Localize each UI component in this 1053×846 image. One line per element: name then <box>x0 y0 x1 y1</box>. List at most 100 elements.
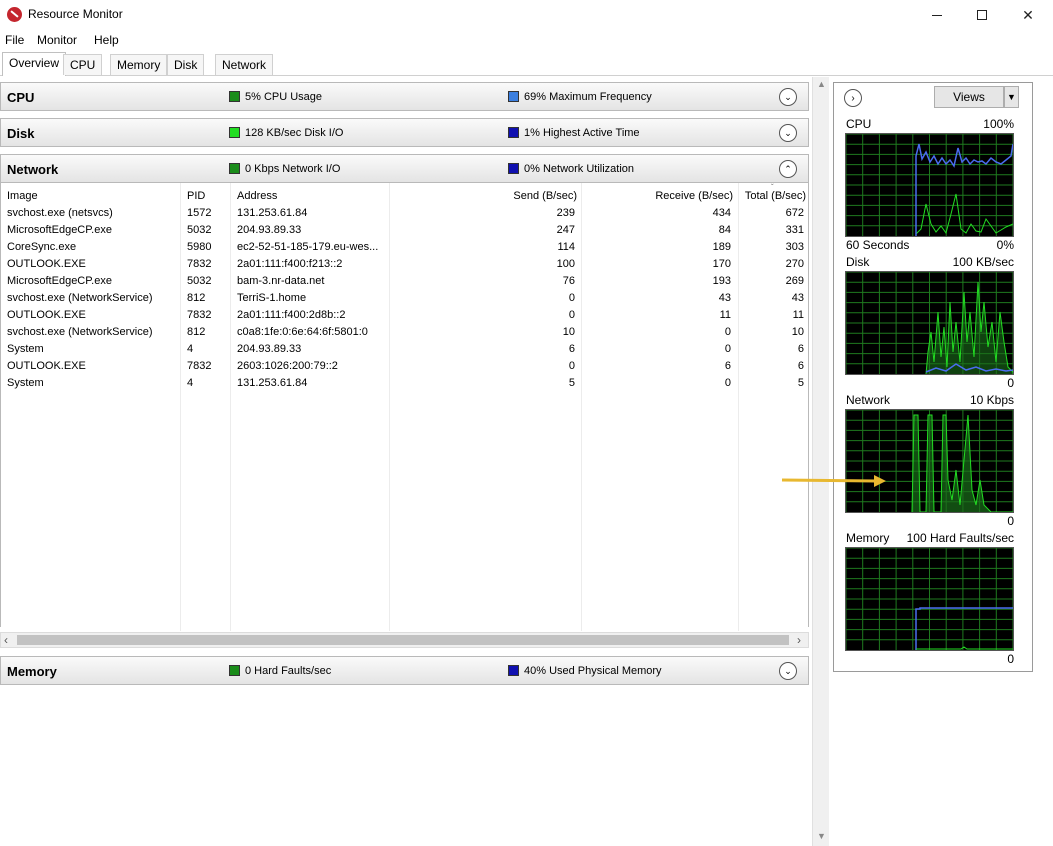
cell-image: System <box>7 343 44 355</box>
cell-receive: 0 <box>724 343 731 355</box>
disk-active-label: 1% Highest Active Time <box>524 127 640 139</box>
cell-image: System <box>7 377 44 389</box>
table-row[interactable]: svchost.exe (NetworkService) 812 TerriS-1.… <box>1 291 809 308</box>
cell-send: 247 <box>556 224 575 236</box>
disk-io-label: 128 KB/sec Disk I/O <box>245 127 344 139</box>
cell-pid: 812 <box>187 292 206 304</box>
memory-used-line <box>915 607 1013 650</box>
cell-send: 0 <box>568 360 575 372</box>
table-row[interactable]: MicrosoftEdgeCP.exe 5032 204.93.89.33 247 84… <box>1 223 809 240</box>
views-dropdown-button[interactable]: ▼ <box>1004 86 1019 108</box>
cell-total: 672 <box>785 207 804 219</box>
tab-disk[interactable]: Disk <box>167 54 205 75</box>
table-row[interactable]: CoreSync.exe 5980 ec2-52-51-185-179.eu-wes… <box>1 240 809 257</box>
table-row[interactable]: svchost.exe (NetworkService) 812 c0a8:1fe:… <box>1 325 809 342</box>
vertical-scrollbar[interactable]: ▲ ▼ <box>812 77 829 846</box>
memory-graph <box>845 547 1014 651</box>
cell-send: 100 <box>556 258 575 270</box>
cell-pid: 7832 <box>187 360 212 372</box>
column-header-address[interactable]: Address <box>237 190 277 202</box>
table-row[interactable]: OUTLOOK.EXE 7832 2a01:111:f400:f213::2 100 1… <box>1 257 809 274</box>
scrollbar-thumb[interactable] <box>17 635 789 645</box>
cell-image: OUTLOOK.EXE <box>7 309 86 321</box>
views-button[interactable]: Views <box>934 86 1004 108</box>
table-row[interactable]: OUTLOOK.EXE 7832 2a01:111:f400:2d8b::2 0 11 1… <box>1 308 809 325</box>
network-graph-min: 0 <box>1007 514 1014 528</box>
cell-address: 2a01:111:f400:2d8b::2 <box>237 309 346 321</box>
network-graph-title: Network <box>846 393 891 407</box>
annotation-arrow-head <box>874 475 886 487</box>
overview-pane: CPU 5% CPU Usage 69% Maximum Frequency ⌄… <box>0 77 812 846</box>
cpu-usage-line <box>915 193 1013 236</box>
memory-faults-line <box>916 646 1013 650</box>
cpu-section-title: CPU <box>7 90 35 105</box>
network-section-header[interactable]: Network 0 Kbps Network I/O 0% Network Ut… <box>0 154 809 183</box>
cell-total: 270 <box>785 258 804 270</box>
scroll-left-icon[interactable]: ‹ <box>4 633 8 647</box>
close-button[interactable]: ✕ <box>1005 0 1051 30</box>
disk-graph <box>845 271 1014 375</box>
cell-total: 5 <box>797 377 804 389</box>
cpu-section-header[interactable]: CPU 5% CPU Usage 69% Maximum Frequency ⌄ <box>0 82 809 111</box>
memory-graph-max: 100 Hard Faults/sec <box>906 531 1014 545</box>
column-header-pid[interactable]: PID <box>187 190 205 202</box>
column-header-receive[interactable]: Receive (B/sec) <box>583 190 733 202</box>
cell-address: 2603:1026:200:79::2 <box>237 360 338 372</box>
maximize-button[interactable] <box>959 0 1005 30</box>
tab-overview[interactable]: Overview <box>2 52 67 76</box>
cell-total: 269 <box>785 275 804 287</box>
disk-io-legend <box>229 127 240 138</box>
cell-total: 331 <box>785 224 804 236</box>
cell-pid: 4 <box>187 343 194 355</box>
memory-section-header[interactable]: Memory 0 Hard Faults/sec 40% Used Physic… <box>0 656 809 685</box>
graph-grid <box>846 548 1013 650</box>
disk-section-header[interactable]: Disk 128 KB/sec Disk I/O 1% Highest Acti… <box>0 118 809 147</box>
scroll-up-icon[interactable]: ▲ <box>817 79 826 89</box>
network-collapse-button[interactable]: ⌃ <box>779 160 797 178</box>
tab-memory[interactable]: Memory <box>110 54 168 75</box>
tab-cpu[interactable]: CPU <box>63 54 103 75</box>
table-row[interactable]: svchost.exe (netsvcs) 1572 131.253.61.84 23… <box>1 206 809 223</box>
network-activity-table: Image PID Address Send (B/sec) Receive (… <box>0 183 809 631</box>
minimize-button[interactable] <box>914 0 960 30</box>
disk-graph-title: Disk <box>846 255 870 269</box>
cell-pid: 7832 <box>187 258 212 270</box>
menu-monitor[interactable]: Monitor <box>37 33 77 47</box>
cell-address: TerriS-1.home <box>237 292 307 304</box>
menu-help[interactable]: Help <box>94 33 119 47</box>
cpu-expand-button[interactable]: ⌄ <box>779 88 797 106</box>
table-row[interactable]: MicrosoftEdgeCP.exe 5032 bam-3.nr-data.net… <box>1 274 809 291</box>
cpu-usage-legend <box>229 91 240 102</box>
tab-network[interactable]: Network <box>215 54 274 75</box>
horizontal-scrollbar[interactable]: ‹ › <box>0 632 809 648</box>
disk-io-line <box>925 281 1013 374</box>
scroll-right-icon[interactable]: › <box>797 633 801 647</box>
cpu-frequency-legend <box>508 91 519 102</box>
menu-file[interactable]: File <box>5 33 24 47</box>
minimize-icon <box>932 14 942 16</box>
chevron-down-icon: ⌄ <box>784 127 792 138</box>
table-row[interactable]: System 4 131.253.61.84 5 0 5 <box>1 376 809 393</box>
cell-send: 239 <box>556 207 575 219</box>
memory-expand-button[interactable]: ⌄ <box>779 662 797 680</box>
cell-total: 11 <box>792 309 804 321</box>
annotation-arrow-shaft <box>781 478 877 483</box>
table-row[interactable]: System 4 204.93.89.33 6 0 6 <box>1 342 809 359</box>
column-header-image[interactable]: Image <box>7 190 38 202</box>
cell-pid: 7832 <box>187 309 212 321</box>
cell-receive: 189 <box>712 241 731 253</box>
cell-address: c0a8:1fe:0:6e:64:6f:5801:0 <box>237 326 368 338</box>
table-row[interactable]: OUTLOOK.EXE 7832 2603:1026:200:79::2 0 6 6 <box>1 359 809 376</box>
chevron-up-icon: ⌃ <box>784 163 792 174</box>
cpu-usage-label: 5% CPU Usage <box>245 91 323 103</box>
scroll-down-icon[interactable]: ▼ <box>817 831 826 841</box>
cell-total: 6 <box>797 343 804 355</box>
column-header-send[interactable]: Send (B/sec) <box>391 190 577 202</box>
collapse-pane-button[interactable]: › <box>844 89 862 107</box>
cell-address: 204.93.89.33 <box>237 343 302 355</box>
cell-address: 131.253.61.84 <box>237 207 308 219</box>
disk-expand-button[interactable]: ⌄ <box>779 124 797 142</box>
chevron-right-icon: › <box>851 92 855 104</box>
memory-graph-title: Memory <box>846 531 890 545</box>
cell-total: 6 <box>797 360 804 372</box>
